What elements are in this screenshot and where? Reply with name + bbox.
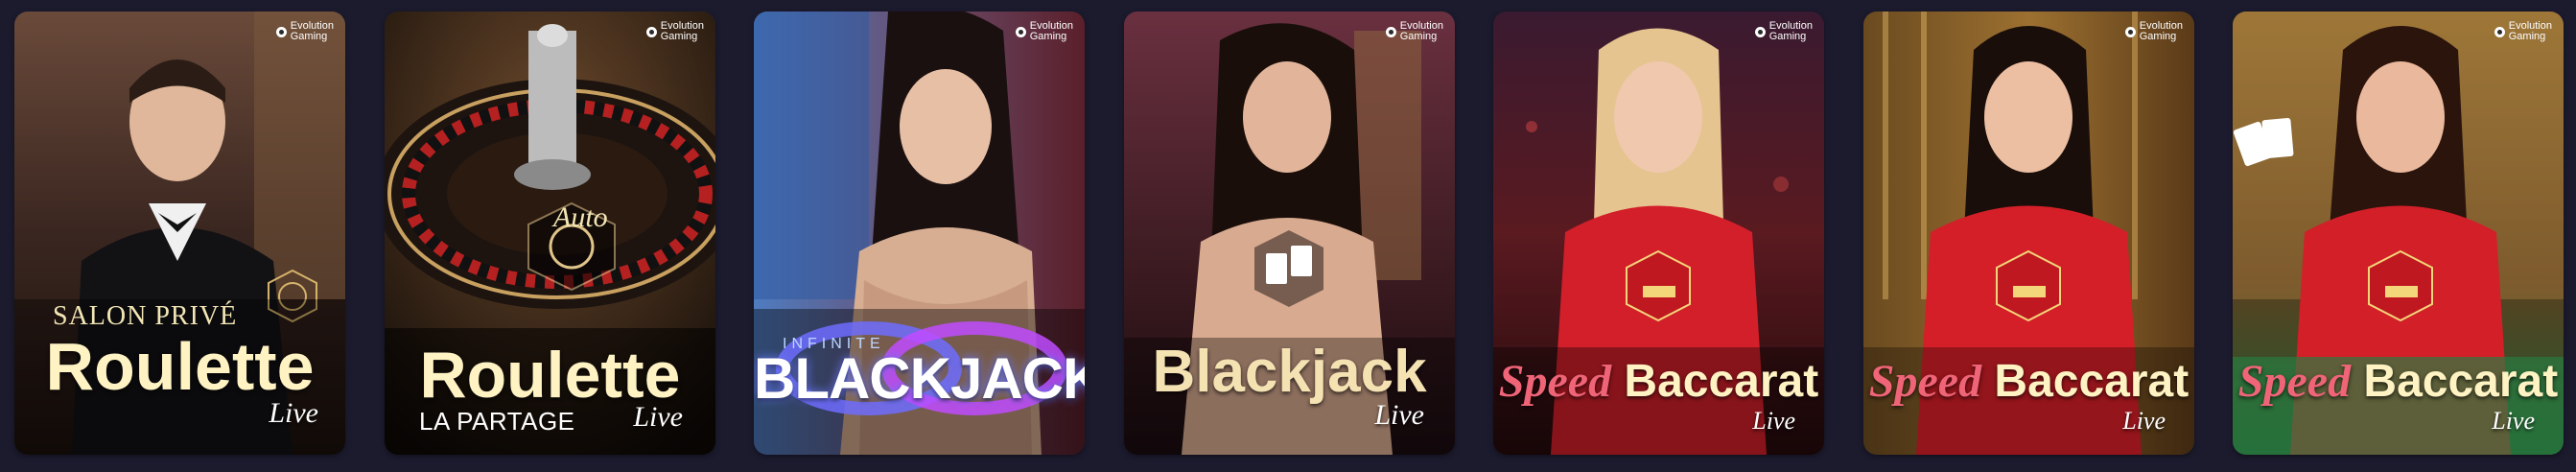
evolution-gaming-logo: Evolution Gaming (275, 21, 334, 42)
live-label: Live (2122, 407, 2166, 435)
game-title: BLACKJACK (754, 346, 1085, 411)
game-tile-speed-baccarat-2[interactable]: Evolution Gaming Speed Baccarat Live (1863, 12, 2194, 455)
game-tile-infinite-blackjack[interactable]: Evolution Gaming INFINITE BLACKJACK (754, 12, 1085, 455)
game-title: Speed Baccarat (2233, 355, 2564, 408)
brand-line-2: Gaming (2139, 31, 2177, 42)
game-tile-speed-baccarat-1[interactable]: Evolution Gaming Speed Baccarat Live (1493, 12, 1824, 455)
game-title: Blackjack (1152, 339, 1427, 405)
evolution-logo-icon (1015, 26, 1026, 37)
evolution-gaming-logo: Evolution Gaming (645, 21, 704, 42)
game-tile-salon-prive-roulette[interactable]: Evolution Gaming SALON PRIVÉ Roulette Liv… (14, 12, 345, 455)
evolution-gaming-logo: Evolution Gaming (1015, 21, 1073, 42)
speed-label: Speed (2237, 356, 2352, 407)
baccarat-label: Baccarat (2363, 356, 2559, 407)
game-title: Roulette (45, 329, 315, 404)
live-label: Live (269, 397, 318, 429)
brand-line-2: Gaming (290, 31, 328, 42)
game-subtitle: LA PARTAGE (419, 407, 575, 436)
live-label: Live (2492, 407, 2535, 435)
game-tile-blackjack[interactable]: Evolution Gaming Blackjack Live (1124, 12, 1455, 455)
evolution-logo-icon (1754, 26, 1766, 37)
auto-label: Auto (553, 201, 608, 233)
speed-label: Speed (1868, 356, 1982, 407)
brand-line-2: Gaming (1029, 31, 1067, 42)
evolution-logo-icon (2494, 26, 2505, 37)
evolution-logo-icon (2124, 26, 2136, 37)
evolution-gaming-logo: Evolution Gaming (2124, 21, 2183, 42)
brand-line-2: Gaming (2508, 31, 2546, 42)
evolution-gaming-logo: Evolution Gaming (2494, 21, 2552, 42)
brand-line-2: Gaming (1768, 31, 1807, 42)
evolution-logo-icon (645, 26, 657, 37)
game-tile-speed-baccarat-3[interactable]: Evolution Gaming Speed Baccarat Live (2233, 12, 2564, 455)
game-tile-auto-roulette-la-partage[interactable]: Evolution Gaming Auto Roulette LA PARTAGE… (385, 12, 715, 455)
evolution-logo-icon (275, 26, 287, 37)
evolution-logo-icon (1385, 26, 1396, 37)
live-games-row: Evolution Gaming SALON PRIVÉ Roulette Liv… (0, 0, 2576, 472)
brand-line-2: Gaming (1399, 31, 1438, 42)
game-title: Speed Baccarat (1493, 355, 1824, 408)
live-label: Live (1374, 399, 1424, 431)
evolution-gaming-logo: Evolution Gaming (1385, 21, 1443, 42)
evolution-gaming-logo: Evolution Gaming (1754, 21, 1813, 42)
baccarat-label: Baccarat (1994, 356, 2190, 407)
speed-label: Speed (1498, 356, 1612, 407)
brand-line-2: Gaming (660, 31, 698, 42)
baccarat-label: Baccarat (1624, 356, 1819, 407)
live-label: Live (1752, 407, 1795, 435)
live-label: Live (633, 401, 683, 433)
game-title: Speed Baccarat (1863, 355, 2194, 408)
